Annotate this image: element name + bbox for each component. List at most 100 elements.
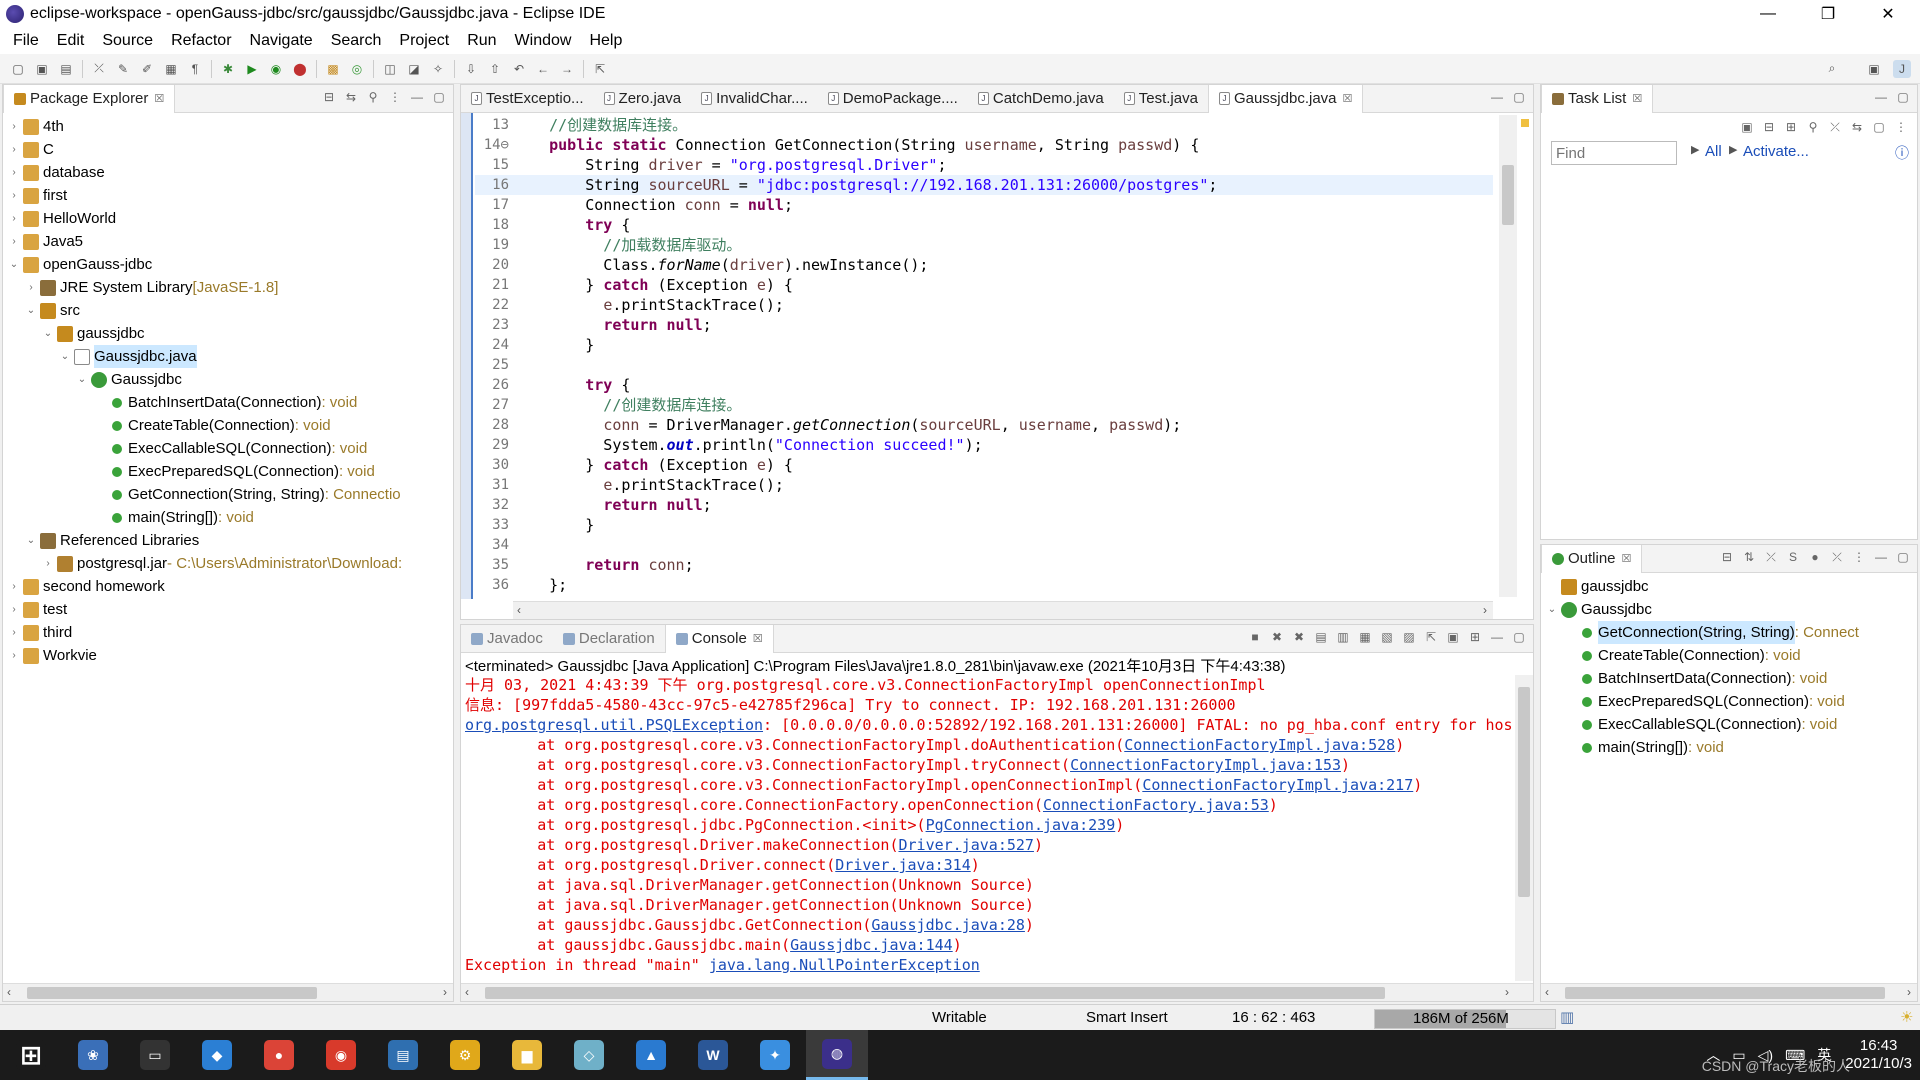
show-on-output-icon[interactable]: ▧ bbox=[1379, 629, 1395, 645]
skip-breakpoints-icon[interactable]: ⤫ bbox=[90, 60, 108, 78]
expand-toggle-icon[interactable]: › bbox=[7, 621, 21, 644]
clock[interactable]: 16:43 2021/10/3 bbox=[1845, 1037, 1912, 1073]
hide-nonpublic-icon[interactable]: ● bbox=[1807, 549, 1823, 565]
editor-tab[interactable]: J DemoPackage.... bbox=[818, 85, 968, 113]
filter-icon[interactable]: ⚲ bbox=[365, 89, 381, 105]
taskbar-photos-button[interactable]: ▲ bbox=[620, 1030, 682, 1080]
task-list-tab[interactable]: Task List ☒ bbox=[1541, 84, 1654, 113]
expand-toggle-icon[interactable]: › bbox=[24, 276, 38, 299]
close-tab-icon[interactable]: ☒ bbox=[1343, 92, 1353, 105]
back-icon[interactable]: ← bbox=[534, 60, 552, 78]
close-tab-icon[interactable]: ☒ bbox=[753, 632, 763, 645]
console-link[interactable]: Driver.java:314 bbox=[835, 856, 970, 874]
new-task-icon[interactable]: ▣ bbox=[1739, 119, 1755, 135]
maximize-console-icon[interactable]: ▢ bbox=[1511, 629, 1527, 645]
search-icon[interactable]: ⌕ bbox=[1823, 60, 1841, 78]
new-java-class-icon[interactable]: ◎ bbox=[348, 60, 366, 78]
close-button[interactable]: ✕ bbox=[1860, 0, 1916, 28]
editor-tab[interactable]: J TestExceptio... bbox=[461, 85, 594, 113]
package-horizontal-scrollbar[interactable]: ‹ › bbox=[3, 983, 453, 1001]
expand-toggle-icon[interactable]: ⌄ bbox=[24, 299, 38, 322]
taskbar-app-6-button[interactable]: ▤ bbox=[372, 1030, 434, 1080]
tree-item[interactable]: CreateTable(Connection) : void bbox=[1541, 644, 1917, 667]
java-perspective-icon[interactable]: J bbox=[1893, 59, 1911, 78]
maximize-button[interactable]: ❐ bbox=[1800, 0, 1856, 28]
outline-tab[interactable]: Outline ☒ bbox=[1541, 544, 1643, 573]
open-console-icon[interactable]: ⊞ bbox=[1467, 629, 1483, 645]
run-icon[interactable]: ▶ bbox=[243, 60, 261, 78]
previous-annotation-icon[interactable]: ⇧ bbox=[486, 60, 504, 78]
expand-toggle-icon[interactable]: ⌄ bbox=[41, 322, 55, 345]
taskbar-start-button[interactable]: ⊞ bbox=[0, 1030, 62, 1080]
tree-item[interactable]: GetConnection(String, String) : Connect bbox=[1541, 621, 1917, 644]
menu-run[interactable]: Run bbox=[458, 32, 505, 50]
categorized-icon[interactable]: ⊟ bbox=[1761, 119, 1777, 135]
expand-toggle-icon[interactable]: › bbox=[7, 575, 21, 598]
show-whitespace-icon[interactable]: ¶ bbox=[186, 60, 204, 78]
editor-tab[interactable]: J Zero.java bbox=[594, 85, 692, 113]
terminate-icon[interactable]: ■ bbox=[1247, 629, 1263, 645]
hide-local-types-icon[interactable]: ⤫ bbox=[1829, 549, 1845, 565]
hide-completed-icon[interactable]: ⚲ bbox=[1805, 119, 1821, 135]
menu-refactor[interactable]: Refactor bbox=[162, 32, 240, 50]
link-editor-icon[interactable]: ⇆ bbox=[343, 89, 359, 105]
maximize-editor-icon[interactable]: ▢ bbox=[1511, 89, 1527, 105]
menu-source[interactable]: Source bbox=[93, 32, 162, 50]
tree-item[interactable]: › JRE System Library [JavaSE-1.8] bbox=[3, 276, 453, 299]
console-link[interactable]: ConnectionFactoryImpl.java:217 bbox=[1142, 776, 1413, 794]
console-tab[interactable]: Declaration bbox=[553, 625, 665, 653]
tip-icon[interactable]: ☀ bbox=[1900, 1005, 1913, 1031]
menu-search[interactable]: Search bbox=[322, 32, 391, 50]
tree-item[interactable]: ⌄ Gaussjdbc bbox=[1541, 598, 1917, 621]
menu-window[interactable]: Window bbox=[506, 32, 581, 50]
scheduled-icon[interactable]: ⊞ bbox=[1783, 119, 1799, 135]
tree-item[interactable]: › Java5 bbox=[3, 230, 453, 253]
tree-item[interactable]: ⌄ Referenced Libraries bbox=[3, 529, 453, 552]
taskbar-vscode-button[interactable]: ◆ bbox=[186, 1030, 248, 1080]
expand-toggle-icon[interactable]: › bbox=[7, 598, 21, 621]
menu-help[interactable]: Help bbox=[580, 32, 631, 50]
expand-toggle-icon[interactable]: ⌄ bbox=[58, 345, 72, 368]
menu-project[interactable]: Project bbox=[390, 32, 458, 50]
clear-console-icon[interactable]: ▤ bbox=[1313, 629, 1329, 645]
tree-item[interactable]: main(String[]) : void bbox=[3, 506, 453, 529]
search-toolbar-icon[interactable]: ✧ bbox=[429, 60, 447, 78]
sort-icon[interactable]: ⇅ bbox=[1741, 549, 1757, 565]
open-type-icon[interactable]: ◫ bbox=[381, 60, 399, 78]
tree-item[interactable]: ⌄ openGauss-jdbc bbox=[3, 253, 453, 276]
expand-toggle-icon[interactable]: ⌄ bbox=[1545, 598, 1559, 621]
coverage-icon[interactable]: ◉ bbox=[267, 60, 285, 78]
new-icon[interactable]: ▢ bbox=[9, 60, 27, 78]
tree-item[interactable]: › third bbox=[3, 621, 453, 644]
console-link[interactable]: ConnectionFactoryImpl.java:528 bbox=[1124, 736, 1395, 754]
tree-item[interactable]: GetConnection(String, String) : Connecti… bbox=[3, 483, 453, 506]
close-tab-icon[interactable]: ☒ bbox=[1632, 92, 1642, 105]
toggle-mark-icon[interactable]: ✎ bbox=[114, 60, 132, 78]
taskbar-chrome-button[interactable]: ● bbox=[248, 1030, 310, 1080]
tree-item[interactable]: ⌄ Gaussjdbc.java bbox=[3, 345, 453, 368]
last-edit-icon[interactable]: ↶ bbox=[510, 60, 528, 78]
console-link[interactable]: ConnectionFactoryImpl.java:153 bbox=[1070, 756, 1341, 774]
close-tab-icon[interactable]: ☒ bbox=[1622, 552, 1632, 565]
taskbar-app-5-button[interactable]: ◉ bbox=[310, 1030, 372, 1080]
expand-toggle-icon[interactable]: › bbox=[41, 552, 55, 575]
code-area[interactable]: //创建数据库连接。 public static Connection GetC… bbox=[513, 115, 1493, 595]
tree-item[interactable]: ExecPreparedSQL(Connection) : void bbox=[1541, 690, 1917, 713]
scroll-lock-icon[interactable]: ▥ bbox=[1335, 629, 1351, 645]
minimize-button[interactable]: — bbox=[1740, 0, 1796, 28]
collapse-all-icon[interactable]: ⊟ bbox=[1719, 549, 1735, 565]
console-horizontal-scrollbar[interactable]: ‹ › bbox=[461, 983, 1533, 1001]
view-menu-icon[interactable]: ⋮ bbox=[1893, 119, 1909, 135]
hide-fields-icon[interactable]: ⤫ bbox=[1763, 549, 1779, 565]
taskbar-app-2-button[interactable]: ▭ bbox=[124, 1030, 186, 1080]
tree-item[interactable]: › postgresql.jar - C:\Users\Administrator… bbox=[3, 552, 453, 575]
console-link[interactable]: Gaussjdbc.java:144 bbox=[790, 936, 953, 954]
tree-item[interactable]: BatchInsertData(Connection) : void bbox=[3, 391, 453, 414]
block-selection-icon[interactable]: ▦ bbox=[162, 60, 180, 78]
minimize-editor-icon[interactable]: — bbox=[1489, 89, 1505, 105]
tree-item[interactable]: main(String[]) : void bbox=[1541, 736, 1917, 759]
highlight-icon[interactable]: ✐ bbox=[138, 60, 156, 78]
task-find-input[interactable] bbox=[1551, 141, 1677, 165]
editor-vertical-scrollbar[interactable] bbox=[1499, 115, 1517, 597]
console-output[interactable]: 十月 03, 2021 4:43:39 下午 org.postgresql.co… bbox=[465, 675, 1513, 975]
